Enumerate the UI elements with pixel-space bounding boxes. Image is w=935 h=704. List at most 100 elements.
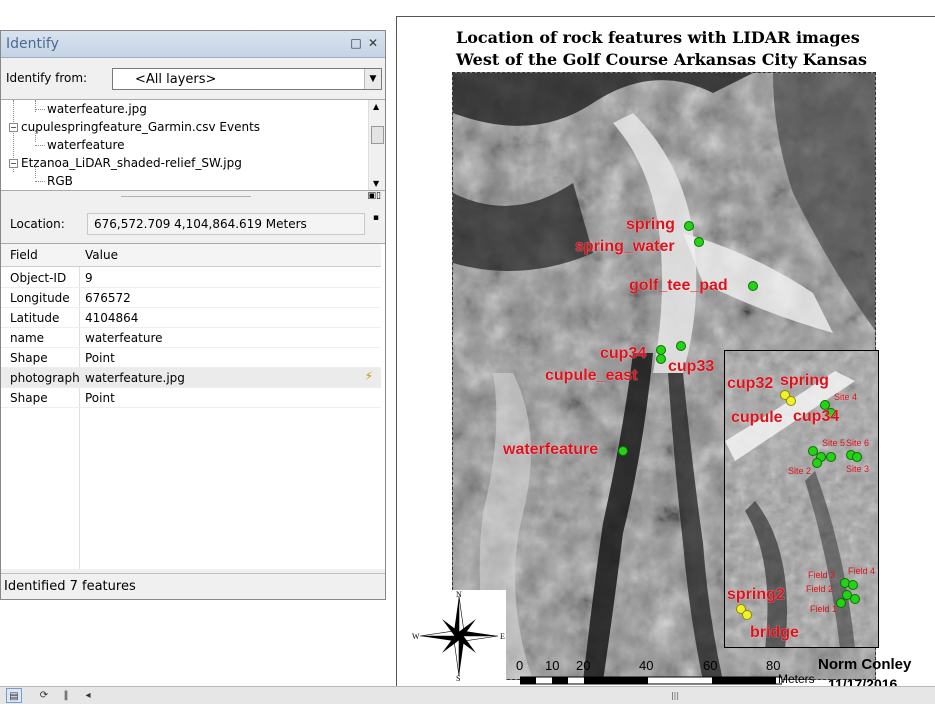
inset-point-site-f[interactable]: [852, 452, 862, 462]
tree-item-cupulespringfeature[interactable]: − cupulespringfeature_Garmin.csv Events: [9, 118, 260, 136]
inset-label-site-6: Site 6: [846, 438, 870, 448]
compass-north-letter: N: [456, 590, 462, 599]
table-row[interactable]: name waterfeature: [1, 328, 381, 348]
identify-results-tree[interactable]: waterfeature.jpg − cupulespringfeature_Ga…: [1, 99, 385, 191]
grid-header-value[interactable]: Value: [85, 248, 118, 262]
close-icon[interactable]: ✕: [366, 36, 380, 50]
feature-point-cup33[interactable]: [676, 341, 686, 351]
scroll-thumb[interactable]: |||: [660, 691, 690, 701]
map-author: Norm Conley: [818, 656, 912, 673]
scale-tick-10: 10: [545, 658, 560, 673]
tree-vertical-scrollbar[interactable]: ▲ ▼: [368, 100, 385, 190]
feature-label-cup33: cup33: [668, 358, 715, 375]
map-title-line-2: West of the Golf Course Arkansas City Ka…: [456, 50, 868, 69]
inset-label-field-4: Field 4: [848, 566, 876, 576]
view-toggle-icon[interactable]: ▣▯: [368, 191, 381, 201]
compass-south-letter: S: [456, 674, 461, 683]
compass-east-letter: E: [500, 632, 505, 641]
scroll-left-icon[interactable]: ◂: [80, 688, 96, 703]
lightning-icon[interactable]: ⚡: [365, 369, 373, 383]
table-row-selected[interactable]: photograph waterfeature.jpg ⚡: [1, 368, 381, 388]
feature-point-waterfeature[interactable]: [618, 446, 628, 456]
layout-horizontal-scrollbar[interactable]: |||: [100, 690, 935, 702]
table-row[interactable]: Longitude 676572: [1, 288, 381, 308]
identify-from-value: <All layers>: [135, 72, 217, 87]
refresh-icon[interactable]: ⟳: [36, 688, 52, 703]
location-label: Location:: [10, 217, 65, 231]
scale-units-label: Meters: [778, 672, 815, 686]
grid-value: Point: [85, 391, 115, 405]
grid-header-field[interactable]: Field: [10, 248, 38, 262]
tree-item-label: RGB: [47, 174, 73, 188]
inset-label-site-3: Site 3: [846, 464, 870, 474]
inset-point-field-e[interactable]: [836, 598, 846, 608]
table-row[interactable]: Shape Point: [1, 348, 381, 368]
grid-field: name: [10, 331, 45, 345]
grid-field: Shape: [10, 391, 48, 405]
feature-point-cupule-east[interactable]: [656, 354, 666, 364]
grid-value: waterfeature: [85, 331, 163, 345]
feature-point-spring-water[interactable]: [694, 237, 704, 247]
inset-label-cup32: cup32: [727, 375, 774, 392]
chevron-down-icon[interactable]: ▼: [364, 69, 381, 89]
feature-point-spring[interactable]: [684, 221, 694, 231]
inset-label-bridge: bridge: [750, 624, 799, 641]
table-row[interactable]: Shape Point: [1, 388, 381, 408]
grid-field: Latitude: [10, 311, 60, 325]
table-row[interactable]: Object-ID 9: [1, 268, 381, 288]
splitter-grip[interactable]: [121, 196, 251, 197]
identify-window[interactable]: Identify □ ✕ Identify from: <All layers>…: [0, 30, 386, 600]
tree-item-label: waterfeature: [47, 138, 125, 152]
feature-label-spring: spring: [626, 216, 675, 233]
scale-bar-graphic: [520, 676, 782, 685]
inset-label-site-5: Site 5: [822, 438, 846, 448]
collapse-icon[interactable]: −: [9, 123, 18, 132]
location-options-icon[interactable]: ▪: [373, 213, 379, 223]
inset-point-field-b[interactable]: [848, 580, 858, 590]
scale-tick-0: 0: [516, 658, 524, 673]
scroll-down-icon[interactable]: ▼: [373, 179, 379, 188]
scale-tick-80: 80: [766, 658, 781, 673]
location-row: Location: 676,572.709 4,104,864.619 Mete…: [1, 209, 385, 239]
compass-rose-icon: [412, 590, 506, 682]
feature-label-spring-water: spring_water: [575, 238, 675, 255]
inset-point-site-d[interactable]: [812, 458, 822, 468]
feature-label-cupule-east: cupule_east: [545, 367, 638, 384]
inset-label-site-2: Site 2: [788, 466, 812, 476]
inset-label-site-4: Site 4: [834, 392, 858, 402]
inset-point-bridge[interactable]: [742, 610, 752, 620]
layout-view-icon[interactable]: ▤: [6, 688, 22, 703]
layout-bottom-toolbar: ▤ ⟳ ‖ ◂ |||: [0, 686, 935, 704]
tree-item-etzanoa-lidar[interactable]: − Etzanoa_LiDAR_shaded-relief_SW.jpg: [9, 154, 242, 172]
tree-item-label: Etzanoa_LiDAR_shaded-relief_SW.jpg: [21, 156, 242, 170]
tree-item-waterfeature-jpg[interactable]: waterfeature.jpg: [35, 100, 147, 118]
tree-grid-splitter[interactable]: ▣▯: [1, 191, 385, 203]
feature-point-golf-tee-pad[interactable]: [748, 281, 758, 291]
tree-item-waterfeature[interactable]: waterfeature: [35, 136, 125, 154]
inset-point-site-c[interactable]: [826, 452, 836, 462]
inset-point-field-d[interactable]: [850, 594, 860, 604]
inset-point-cup32-b[interactable]: [786, 396, 796, 406]
identify-title: Identify: [6, 36, 59, 52]
inset-label-spring2: spring2: [727, 586, 785, 603]
inset-label-spring: spring: [780, 372, 829, 389]
table-row[interactable]: Latitude 4104864: [1, 308, 381, 328]
grid-field: photograph: [10, 371, 80, 385]
scroll-up-icon[interactable]: ▲: [373, 102, 379, 111]
grid-value: 9: [85, 271, 93, 285]
scroll-thumb[interactable]: [371, 126, 384, 144]
identify-titlebar[interactable]: Identify □ ✕: [1, 31, 385, 58]
restore-icon[interactable]: □: [349, 36, 363, 50]
identify-from-dropdown[interactable]: <All layers> ▼: [112, 68, 382, 90]
tree-item-label: waterfeature.jpg: [47, 102, 147, 116]
scale-tick-40: 40: [639, 658, 654, 673]
attribute-grid[interactable]: Field Value Object-ID 9 Longitude 676572…: [1, 243, 385, 569]
grid-field: Object-ID: [10, 271, 67, 285]
grid-value: Point: [85, 351, 115, 365]
tree-item-rgb[interactable]: RGB: [35, 172, 73, 190]
tree-item-label: cupulespringfeature_Garmin.csv Events: [21, 120, 261, 134]
grid-value: 4104864: [85, 311, 139, 325]
identify-from-row: Identify from: <All layers> ▼: [1, 65, 385, 93]
collapse-icon[interactable]: −: [9, 159, 18, 168]
pause-icon[interactable]: ‖: [58, 688, 74, 703]
